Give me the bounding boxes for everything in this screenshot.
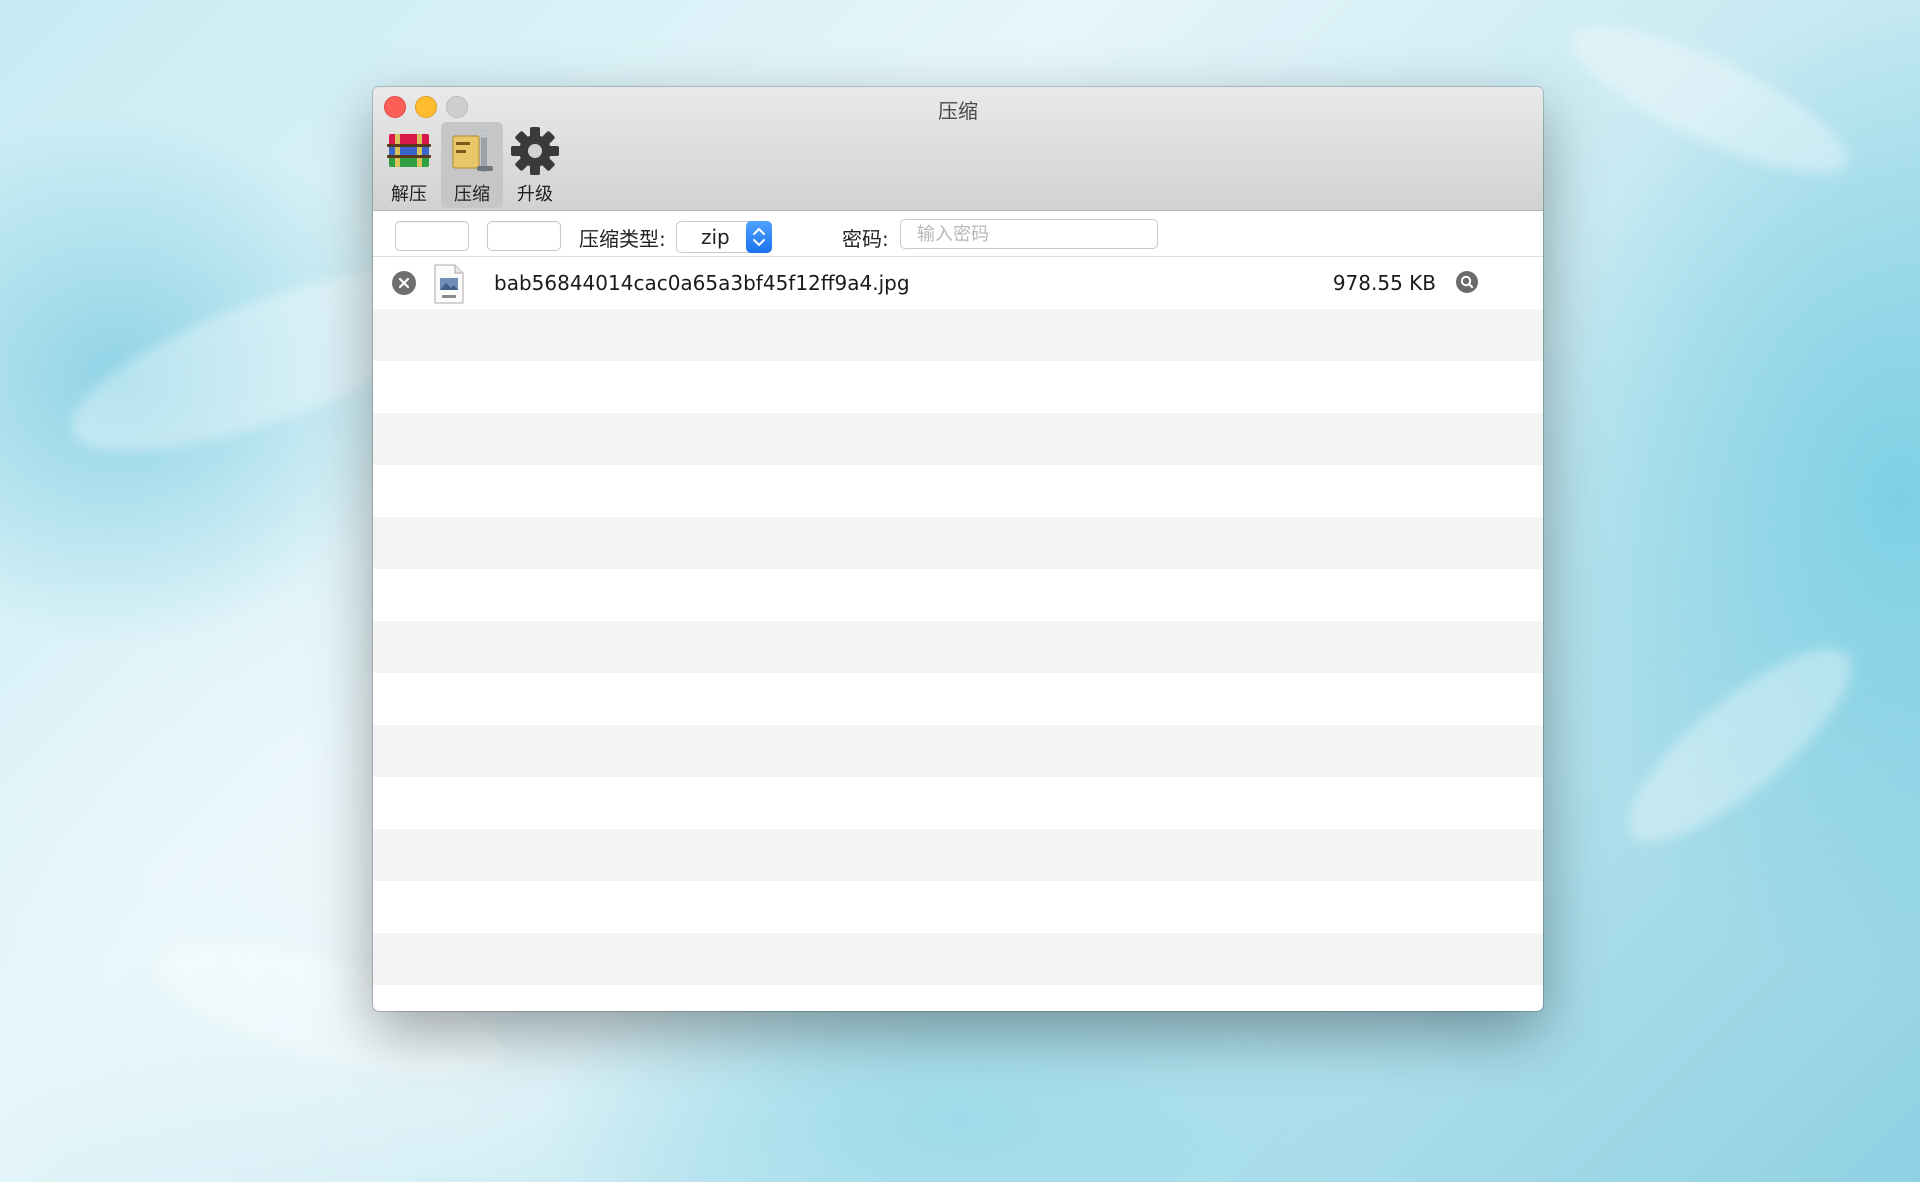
list-stripe (373, 309, 1543, 361)
option-field-1[interactable] (395, 221, 469, 251)
toolbar-extract-label: 解压 (391, 184, 427, 205)
list-stripe (373, 465, 1543, 517)
remove-file-button[interactable] (392, 271, 416, 295)
window-title: 压缩 (938, 99, 978, 123)
list-stripe (373, 413, 1543, 465)
gear-icon (511, 127, 559, 175)
close-icon (398, 277, 410, 289)
password-input[interactable] (900, 219, 1158, 249)
option-field-2[interactable] (487, 221, 561, 251)
titlebar: 压缩 解压 压缩 升级 (373, 87, 1543, 211)
compress-type-value: zip (701, 225, 730, 249)
toolbar-upgrade-label: 升级 (517, 184, 553, 205)
list-stripe (373, 361, 1543, 413)
rar-books-icon (387, 134, 431, 167)
list-stripe (373, 829, 1543, 881)
file-row[interactable]: bab56844014cac0a65a3bf45f12ff9a4.jpg 978… (373, 257, 1543, 309)
jpeg-file-icon (434, 264, 464, 304)
list-stripe (373, 621, 1543, 673)
list-stripe (373, 517, 1543, 569)
file-list: bab56844014cac0a65a3bf45f12ff9a4.jpg 978… (373, 257, 1543, 1011)
select-stepper-icon (746, 221, 772, 253)
toolbar-compress-button[interactable]: 压缩 (441, 122, 503, 208)
toolbar-compress-label: 压缩 (454, 184, 490, 205)
file-size: 978.55 KB (1332, 271, 1436, 295)
list-stripe (373, 933, 1543, 985)
toolbar-extract-button[interactable]: 解压 (378, 122, 440, 208)
compress-type-select[interactable]: zip (676, 221, 772, 253)
compress-type-label: 压缩类型: (579, 227, 666, 251)
magnifier-icon (1460, 275, 1474, 289)
password-label: 密码: (842, 227, 889, 251)
file-name: bab56844014cac0a65a3bf45f12ff9a4.jpg (494, 271, 910, 295)
list-stripe (373, 569, 1543, 621)
compress-window: 压缩 解压 压缩 升级 压缩类型: zip 密码: bab56844014cac… (373, 87, 1543, 1011)
options-bar: 压缩类型: zip 密码: (373, 211, 1543, 257)
compress-vise-icon (452, 130, 493, 172)
preview-file-button[interactable] (1456, 271, 1478, 293)
list-stripe (373, 725, 1543, 777)
list-stripe (373, 673, 1543, 725)
toolbar-upgrade-button[interactable]: 升级 (504, 122, 566, 208)
list-stripe (373, 777, 1543, 829)
list-stripe (373, 881, 1543, 933)
